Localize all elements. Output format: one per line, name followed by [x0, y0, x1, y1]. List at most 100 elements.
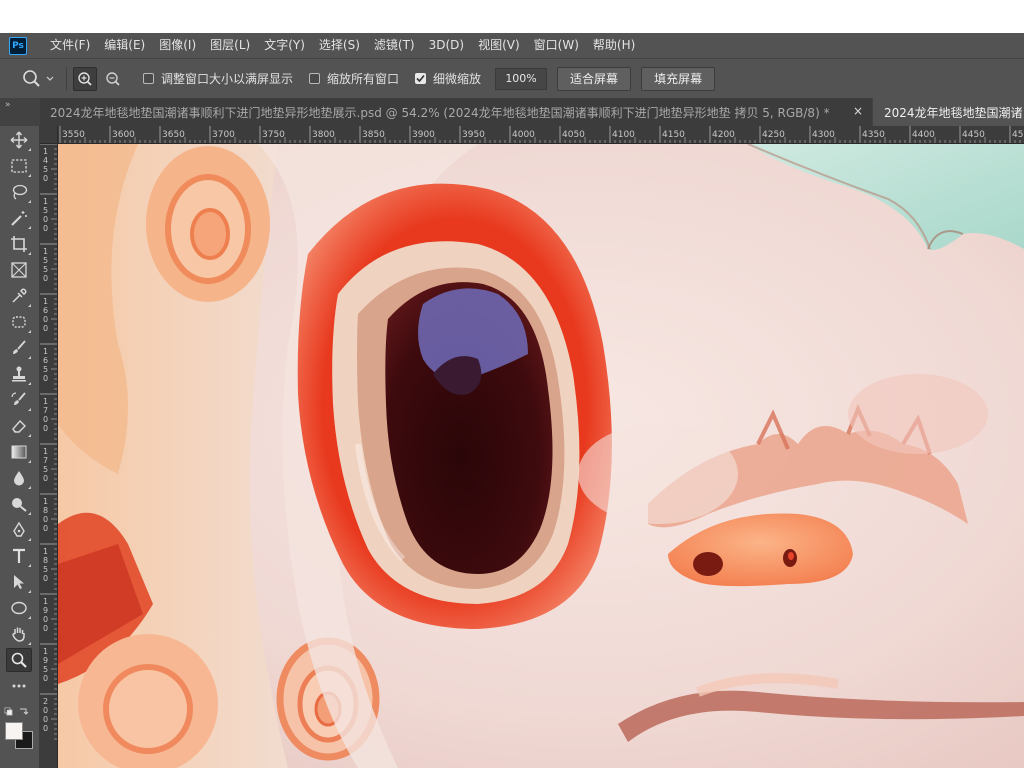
brush-tool[interactable]	[6, 336, 32, 360]
lasso-tool[interactable]	[6, 180, 32, 204]
ruler-label-digit: 1	[43, 547, 48, 556]
zoom-all-windows-checkbox[interactable]	[309, 73, 321, 84]
dodge-tool[interactable]	[6, 492, 32, 516]
spot-healing-icon	[12, 316, 26, 328]
document-tab-inactive[interactable]: 2024龙年地毯地垫国潮诸事顺利下进门地垫异形地垫展示.psd @ 54.2% …	[40, 98, 872, 126]
ruler-label-digit: 5	[43, 665, 48, 674]
ruler-label-digit: 1	[43, 147, 48, 156]
horizontal-ruler-scale: 3550 3600 3650 3700 3750 3800 3850 3900 3950 4000…	[59, 126, 1024, 143]
path-selection-tool[interactable]	[6, 570, 32, 594]
ruler-label-digit: 0	[43, 274, 48, 283]
menu-filter[interactable]: 滤镜(T)	[367, 33, 422, 58]
scrubby-zoom-option[interactable]: 细微缩放	[415, 70, 481, 87]
ruler-label-digit: 5	[43, 565, 48, 574]
history-brush-tool[interactable]	[6, 388, 32, 412]
crop-icon	[11, 236, 27, 252]
crop-tool[interactable]	[6, 232, 32, 256]
ruler-label: 4200	[712, 130, 735, 140]
resize-windows-checkbox[interactable]	[143, 73, 154, 84]
tool-group-indicator	[28, 486, 31, 489]
eraser-icon	[12, 419, 26, 433]
zoom-out-button[interactable]	[101, 67, 125, 91]
magic-wand-tool[interactable]	[6, 206, 32, 230]
foreground-color-swatch[interactable]	[5, 722, 23, 740]
ruler-label-digit: 5	[43, 206, 48, 215]
scrubby-zoom-checkbox[interactable]	[415, 73, 427, 84]
rectangle-marquee-icon	[11, 159, 27, 173]
tool-group-indicator	[28, 408, 31, 411]
menu-layer[interactable]: 图层(L)	[203, 33, 257, 58]
panel-collapse-icon[interactable]: »	[5, 100, 11, 110]
more-tools[interactable]	[6, 674, 32, 698]
ruler-label-digit: 1	[43, 197, 48, 206]
ruler-label-digit: 0	[43, 174, 48, 183]
default-colors-icon[interactable]	[0, 706, 32, 721]
move-tool[interactable]	[6, 128, 32, 152]
fill-screen-button[interactable]: 填充屏幕	[641, 66, 716, 91]
magnifier-icon	[11, 652, 27, 668]
move-icon	[10, 131, 28, 149]
ruler-label: 4000	[512, 130, 535, 140]
ellipse-tool[interactable]	[6, 596, 32, 620]
menu-image[interactable]: 图像(I)	[152, 33, 203, 58]
close-tab-icon[interactable]: ×	[853, 104, 863, 118]
zoom-all-windows-option[interactable]: 缩放所有窗口	[309, 70, 399, 87]
ruler-label-digit: 6	[43, 306, 48, 315]
vertical-ruler[interactable]: 1450150015501600165017001750180018501900…	[40, 144, 58, 768]
eyedropper-tool[interactable]	[6, 284, 32, 308]
hand-tool[interactable]	[6, 622, 32, 646]
ruler-label-digit: 1	[43, 247, 48, 256]
menu-view[interactable]: 视图(V)	[471, 33, 527, 58]
patch-tool[interactable]	[6, 310, 32, 334]
ruler-label-digit: 5	[43, 165, 48, 174]
document-tab-title: 2024龙年地毯地垫国潮诸事顺利下进门地垫异形地垫展示.psd @ 54.2% …	[50, 105, 830, 120]
blur-tool[interactable]	[6, 466, 32, 490]
ruler-label: 3950	[462, 130, 485, 140]
frame-icon	[11, 262, 27, 278]
menu-select[interactable]: 选择(S)	[312, 33, 367, 58]
frame-tool[interactable]	[6, 258, 32, 282]
ruler-label: 3650	[162, 130, 185, 140]
ruler-label: 4500	[1012, 130, 1024, 140]
color-swatches	[4, 722, 36, 754]
menu-edit[interactable]: 编辑(E)	[97, 33, 152, 58]
zoom-percent-field[interactable]: 100%	[495, 67, 548, 90]
ruler-label-digit: 0	[43, 215, 48, 224]
tool-group-indicator	[28, 564, 31, 567]
gradient-icon	[11, 445, 27, 459]
ruler-label-digit: 0	[43, 624, 48, 633]
photoshop-logo-icon[interactable]: Ps	[9, 36, 27, 55]
zoom-tool[interactable]	[6, 648, 32, 672]
eraser-tool[interactable]	[6, 414, 32, 438]
pen-icon	[13, 521, 25, 537]
zoom-in-button[interactable]	[73, 66, 97, 91]
clone-stamp-tool[interactable]	[6, 362, 32, 386]
menu-window[interactable]: 窗口(W)	[527, 33, 586, 58]
curl-ornament-top	[146, 146, 270, 302]
tool-group-indicator	[28, 538, 31, 541]
resize-windows-option[interactable]: 调整窗口大小以满屏显示	[143, 70, 293, 87]
document-canvas[interactable]	[58, 144, 1024, 768]
vertical-ruler-scale: 1450150015501600165017001750180018501900…	[40, 144, 57, 740]
ruler-label: 3550	[62, 130, 85, 140]
menu-file[interactable]: 文件(F)	[43, 33, 97, 58]
ruler-label-digit: 9	[43, 606, 48, 615]
ruler-label-digit: 2	[43, 697, 48, 706]
marquee-tool[interactable]	[6, 154, 32, 178]
ruler-label-digit: 1	[43, 397, 48, 406]
menu-type[interactable]: 文字(Y)	[257, 33, 312, 58]
ruler-origin[interactable]	[40, 126, 58, 144]
menu-3d[interactable]: 3D(D)	[422, 33, 471, 58]
menu-help[interactable]: 帮助(H)	[586, 33, 642, 58]
horizontal-ruler[interactable]: 3550 3600 3650 3700 3750 3800 3850 3900 3950 4000…	[58, 126, 1024, 144]
lasso-icon	[12, 184, 28, 200]
tool-preset-picker[interactable]	[14, 65, 62, 93]
document-tab-active[interactable]: 2024龙年地毯地垫国潮诸	[873, 98, 1024, 126]
pen-tool[interactable]	[6, 518, 32, 542]
fit-screen-button[interactable]: 适合屏幕	[557, 66, 632, 91]
ruler-label-digit: 5	[43, 256, 48, 265]
type-tool[interactable]	[6, 544, 32, 568]
checkmark-icon	[416, 74, 425, 83]
gradient-tool[interactable]	[6, 440, 32, 464]
quick-mask-button[interactable]	[6, 758, 32, 768]
